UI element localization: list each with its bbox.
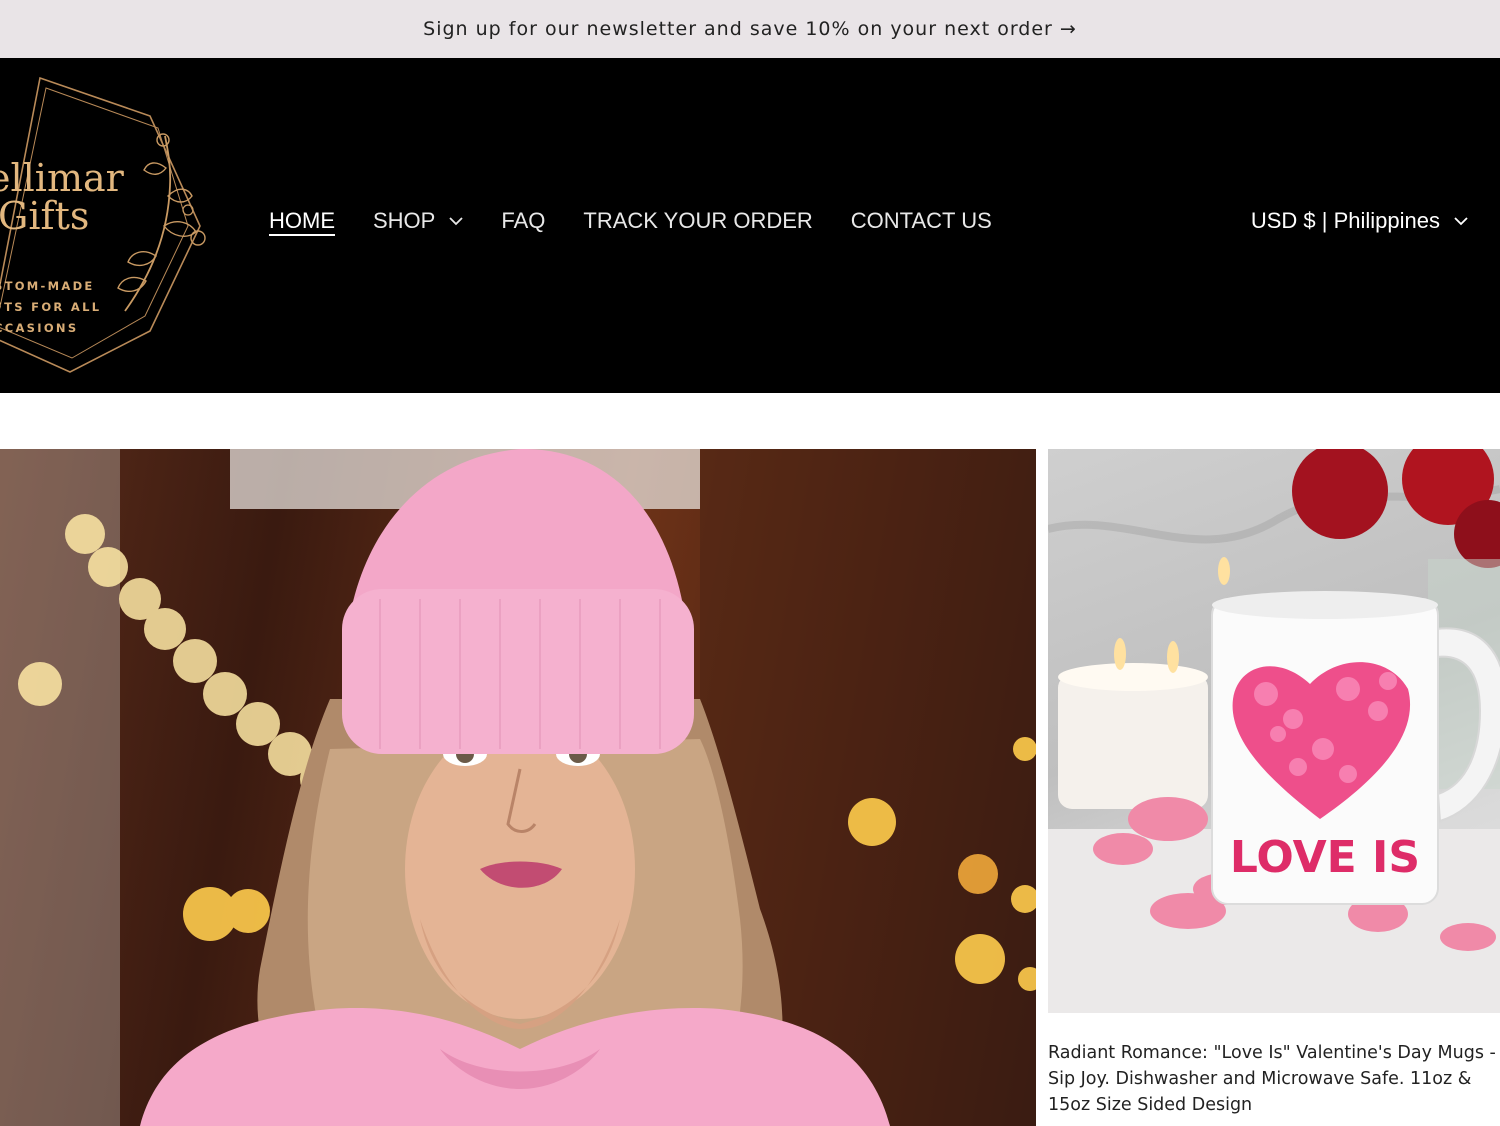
product-title[interactable]: Radiant Romance: "Love Is" Valentine's D… — [1048, 1040, 1500, 1126]
logo-name-line1: ellimar — [0, 156, 124, 200]
site-header: ellimar Gifts STOM-MADE FTS FOR ALL CCAS… — [0, 58, 1500, 393]
nav-faq[interactable]: FAQ — [501, 208, 545, 234]
nav-track-order-label: TRACK YOUR ORDER — [583, 208, 813, 233]
product-photo: LOVE IS — [1048, 449, 1500, 1013]
mug-print-text: LOVE IS — [1230, 832, 1420, 883]
chevron-down-icon — [449, 216, 463, 225]
logo-name-line2: Gifts — [0, 194, 90, 238]
product-image[interactable]: LOVE IS — [1048, 449, 1500, 1013]
nav-track-order[interactable]: TRACK YOUR ORDER — [583, 208, 812, 234]
newsletter-link[interactable]: Sign up for our newsletter and save 10% … — [423, 18, 1077, 40]
currency-label: USD $ | Philippines — [1250, 208, 1440, 233]
nav-shop[interactable]: SHOP — [373, 208, 463, 234]
nav-faq-label: FAQ — [501, 208, 546, 233]
logo-tagline-line3: CCASIONS — [0, 321, 79, 335]
chevron-down-icon — [1454, 216, 1468, 225]
nav-shop-label: SHOP — [373, 208, 436, 233]
announcement-bar: Sign up for our newsletter and save 10% … — [0, 0, 1500, 58]
logo-tagline-line2: FTS FOR ALL — [0, 300, 102, 314]
logo[interactable]: ellimar Gifts STOM-MADE FTS FOR ALL CCAS… — [0, 76, 220, 376]
nav-contact-us[interactable]: CONTACT US — [851, 208, 992, 234]
logo-tagline-line1: STOM-MADE — [0, 279, 95, 293]
nav-home-label: HOME — [269, 208, 335, 233]
main-nav: HOME SHOP FAQ TRACK YOUR ORDER CONTACT U… — [269, 208, 1030, 234]
currency-selector[interactable]: USD $ | Philippines — [1251, 208, 1468, 234]
nav-contact-us-label: CONTACT US — [850, 208, 992, 233]
hero-image[interactable] — [0, 449, 1036, 1126]
nav-home[interactable]: HOME — [269, 208, 335, 234]
hero-photo — [0, 449, 1036, 1126]
